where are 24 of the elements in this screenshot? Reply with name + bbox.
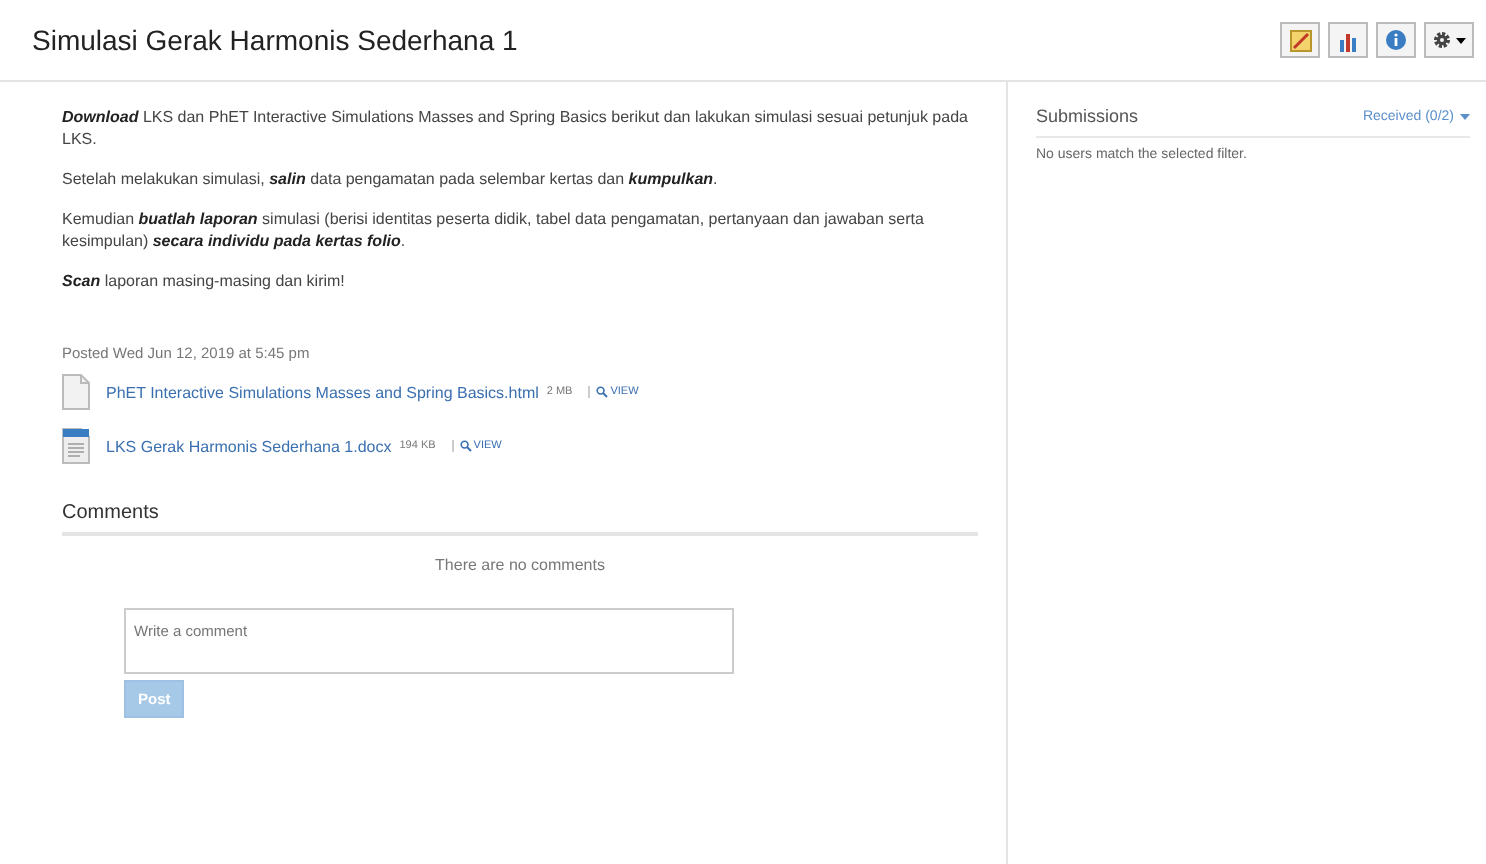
submissions-heading: Submissions (1036, 106, 1139, 126)
attachment-link[interactable]: PhET Interactive Simulations Masses and Spring Basics.html (106, 383, 539, 401)
settings-button[interactable] (1424, 22, 1474, 58)
grading-button[interactable] (1280, 22, 1320, 58)
info-icon (1386, 30, 1406, 50)
page-title: Simulasi Gerak Harmonis Sederhana 1 (32, 24, 518, 56)
file-icon (62, 374, 90, 410)
caret-icon (1460, 113, 1470, 119)
bar-chart-icon (1337, 29, 1359, 51)
instruction-paragraph: Download LKS dan PhET Interactive Simulations Masses and Spring Basics berikut dan lakukan simulasi sesuai petunjuk pada LKS. (62, 106, 970, 150)
document-icon (62, 428, 90, 464)
search-icon (459, 440, 472, 452)
instruction-paragraph: Kemudian buatlah laporan simulasi (berisi identitas peserta didik, tabel data pengamatan, pertanyaan dan jawaban serta kesimpulan) secara individu pada kertas folio. (62, 208, 926, 252)
search-icon (596, 386, 609, 398)
empty-comments-message: There are no comments (433, 556, 607, 574)
caret-icon (1456, 37, 1466, 43)
instruction-paragraph: Setelah melakukan simulasi, salin data pengamatan pada selembar kertas dan kumpulkan. (62, 168, 720, 190)
stats-button[interactable] (1328, 22, 1368, 58)
attachment-link[interactable]: LKS Gerak Harmonis Sederhana 1.docx (106, 437, 392, 455)
instruction-paragraph: Scan laporan masing-masing dan kirim! (62, 270, 347, 292)
comments-heading: Comments (62, 502, 978, 536)
info-button[interactable] (1376, 22, 1416, 58)
pencil-chart-icon (1289, 29, 1311, 51)
settings-icon (1432, 30, 1452, 50)
